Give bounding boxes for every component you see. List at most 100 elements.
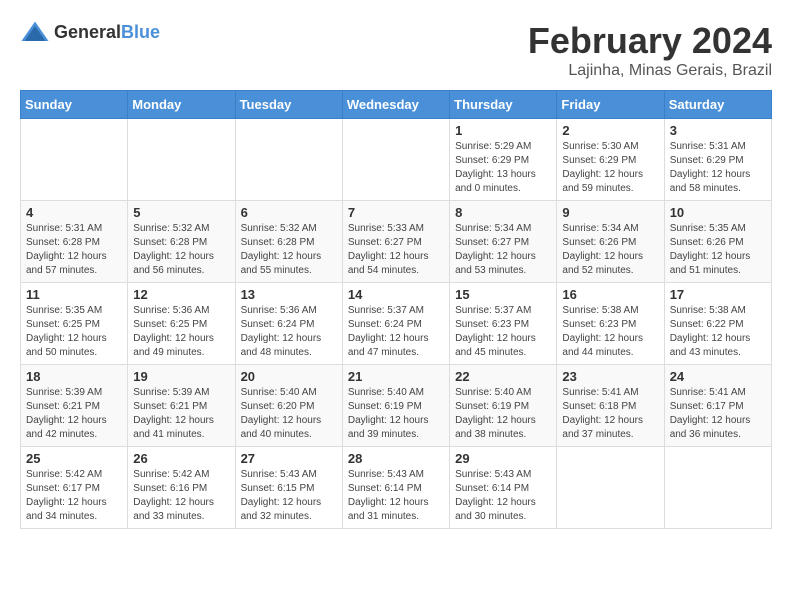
calendar-cell: 18 Sunrise: 5:39 AMSunset: 6:21 PMDayligh… [21,365,128,447]
day-info: Sunrise: 5:34 AMSunset: 6:27 PMDaylight:… [455,222,551,278]
day-number: 18 [26,369,122,384]
day-info: Sunrise: 5:37 AMSunset: 6:24 PMDaylight:… [348,304,444,360]
calendar-cell: 16Sunrise: 5:38 AMSunset: 6:23 PMDayligh… [557,283,664,365]
header-wednesday: Wednesday [342,91,449,119]
calendar-week-5: 25 Sunrise: 5:42 AMSunset: 6:17 PMDayligh… [21,447,772,529]
calendar-cell: 1 Sunrise: 5:29 AMSunset: 6:29 PMDaylight… [450,119,557,201]
day-number: 9 [562,205,658,220]
calendar-cell: 21 Sunrise: 5:40 AMSunset: 6:19 PMDayligh… [342,365,449,447]
day-number: 6 [241,205,337,220]
day-info: Sunrise: 5:31 AMSunset: 6:29 PMDaylight:… [670,140,766,196]
day-info: Sunrise: 5:36 AMSunset: 6:25 PMDaylight:… [133,304,229,360]
day-info: Sunrise: 5:42 AMSunset: 6:17 PMDaylight:… [26,468,122,524]
calendar-cell [342,119,449,201]
day-info: Sunrise: 5:39 AMSunset: 6:21 PMDaylight:… [26,386,122,442]
day-number: 19 [133,369,229,384]
calendar-cell: 27 Sunrise: 5:43 AMSunset: 6:15 PMDayligh… [235,447,342,529]
day-number: 21 [348,369,444,384]
day-info: Sunrise: 5:30 AMSunset: 6:29 PMDaylight:… [562,140,658,196]
calendar-cell [128,119,235,201]
header-monday: Monday [128,91,235,119]
header-tuesday: Tuesday [235,91,342,119]
logo-icon [20,20,50,44]
day-number: 28 [348,451,444,466]
title-section: February 2024 Lajinha, Minas Gerais, Bra… [528,20,772,80]
calendar-cell: 17 Sunrise: 5:38 AMSunset: 6:22 PMDayligh… [664,283,771,365]
calendar-cell: 29 Sunrise: 5:43 AMSunset: 6:14 PMDayligh… [450,447,557,529]
day-number: 13 [241,287,337,302]
day-number: 15 [455,287,551,302]
month-title: February 2024 [528,20,772,62]
calendar-cell: 6 Sunrise: 5:32 AMSunset: 6:28 PMDaylight… [235,201,342,283]
header-friday: Friday [557,91,664,119]
day-number: 25 [26,451,122,466]
day-info: Sunrise: 5:41 AMSunset: 6:17 PMDaylight:… [670,386,766,442]
page-header: GeneralBlue February 2024 Lajinha, Minas… [20,20,772,80]
logo: GeneralBlue [20,20,160,44]
header-saturday: Saturday [664,91,771,119]
calendar-cell [664,447,771,529]
calendar-cell: 8 Sunrise: 5:34 AMSunset: 6:27 PMDaylight… [450,201,557,283]
calendar-cell: 2 Sunrise: 5:30 AMSunset: 6:29 PMDaylight… [557,119,664,201]
day-number: 4 [26,205,122,220]
day-info: Sunrise: 5:29 AMSunset: 6:29 PMDaylight:… [455,140,551,196]
day-number: 22 [455,369,551,384]
day-number: 12 [133,287,229,302]
day-number: 1 [455,123,551,138]
day-info: Sunrise: 5:40 AMSunset: 6:20 PMDaylight:… [241,386,337,442]
calendar-cell [21,119,128,201]
calendar-cell: 28 Sunrise: 5:43 AMSunset: 6:14 PMDayligh… [342,447,449,529]
calendar-cell: 11Sunrise: 5:35 AMSunset: 6:25 PMDayligh… [21,283,128,365]
day-number: 3 [670,123,766,138]
day-info: Sunrise: 5:42 AMSunset: 6:16 PMDaylight:… [133,468,229,524]
day-info: Sunrise: 5:34 AMSunset: 6:26 PMDaylight:… [562,222,658,278]
day-info: Sunrise: 5:35 AMSunset: 6:25 PMDaylight:… [26,304,122,360]
day-number: 23 [562,369,658,384]
calendar-cell: 15 Sunrise: 5:37 AMSunset: 6:23 PMDayligh… [450,283,557,365]
header-thursday: Thursday [450,91,557,119]
day-number: 14 [348,287,444,302]
calendar-cell: 14 Sunrise: 5:37 AMSunset: 6:24 PMDayligh… [342,283,449,365]
day-info: Sunrise: 5:31 AMSunset: 6:28 PMDaylight:… [26,222,122,278]
logo-general: General [54,22,121,42]
calendar-week-1: 1 Sunrise: 5:29 AMSunset: 6:29 PMDaylight… [21,119,772,201]
calendar-cell: 25 Sunrise: 5:42 AMSunset: 6:17 PMDayligh… [21,447,128,529]
day-number: 10 [670,205,766,220]
calendar-cell: 24Sunrise: 5:41 AMSunset: 6:17 PMDayligh… [664,365,771,447]
day-info: Sunrise: 5:41 AMSunset: 6:18 PMDaylight:… [562,386,658,442]
day-number: 17 [670,287,766,302]
calendar-cell: 7Sunrise: 5:33 AMSunset: 6:27 PMDaylight… [342,201,449,283]
day-number: 16 [562,287,658,302]
calendar-week-3: 11Sunrise: 5:35 AMSunset: 6:25 PMDayligh… [21,283,772,365]
logo-blue: Blue [121,22,160,42]
day-info: Sunrise: 5:43 AMSunset: 6:14 PMDaylight:… [348,468,444,524]
header-sunday: Sunday [21,91,128,119]
calendar-cell: 13Sunrise: 5:36 AMSunset: 6:24 PMDayligh… [235,283,342,365]
calendar-table: Sunday Monday Tuesday Wednesday Thursday… [20,90,772,529]
calendar-cell: 4 Sunrise: 5:31 AMSunset: 6:28 PMDaylight… [21,201,128,283]
calendar-cell: 12 Sunrise: 5:36 AMSunset: 6:25 PMDayligh… [128,283,235,365]
day-number: 2 [562,123,658,138]
day-number: 7 [348,205,444,220]
day-info: Sunrise: 5:32 AMSunset: 6:28 PMDaylight:… [241,222,337,278]
day-number: 27 [241,451,337,466]
day-info: Sunrise: 5:39 AMSunset: 6:21 PMDaylight:… [133,386,229,442]
calendar-cell: 9 Sunrise: 5:34 AMSunset: 6:26 PMDaylight… [557,201,664,283]
day-info: Sunrise: 5:37 AMSunset: 6:23 PMDaylight:… [455,304,551,360]
day-info: Sunrise: 5:40 AMSunset: 6:19 PMDaylight:… [348,386,444,442]
calendar-cell: 3 Sunrise: 5:31 AMSunset: 6:29 PMDaylight… [664,119,771,201]
calendar-cell: 20Sunrise: 5:40 AMSunset: 6:20 PMDayligh… [235,365,342,447]
day-info: Sunrise: 5:43 AMSunset: 6:15 PMDaylight:… [241,468,337,524]
calendar-cell [235,119,342,201]
day-info: Sunrise: 5:32 AMSunset: 6:28 PMDaylight:… [133,222,229,278]
day-info: Sunrise: 5:38 AMSunset: 6:22 PMDaylight:… [670,304,766,360]
calendar-week-4: 18 Sunrise: 5:39 AMSunset: 6:21 PMDayligh… [21,365,772,447]
location-title: Lajinha, Minas Gerais, Brazil [528,62,772,80]
day-number: 8 [455,205,551,220]
day-number: 29 [455,451,551,466]
calendar-cell: 22Sunrise: 5:40 AMSunset: 6:19 PMDayligh… [450,365,557,447]
calendar-cell: 5Sunrise: 5:32 AMSunset: 6:28 PMDaylight… [128,201,235,283]
day-info: Sunrise: 5:43 AMSunset: 6:14 PMDaylight:… [455,468,551,524]
header-row: Sunday Monday Tuesday Wednesday Thursday… [21,91,772,119]
calendar-cell: 26Sunrise: 5:42 AMSunset: 6:16 PMDayligh… [128,447,235,529]
